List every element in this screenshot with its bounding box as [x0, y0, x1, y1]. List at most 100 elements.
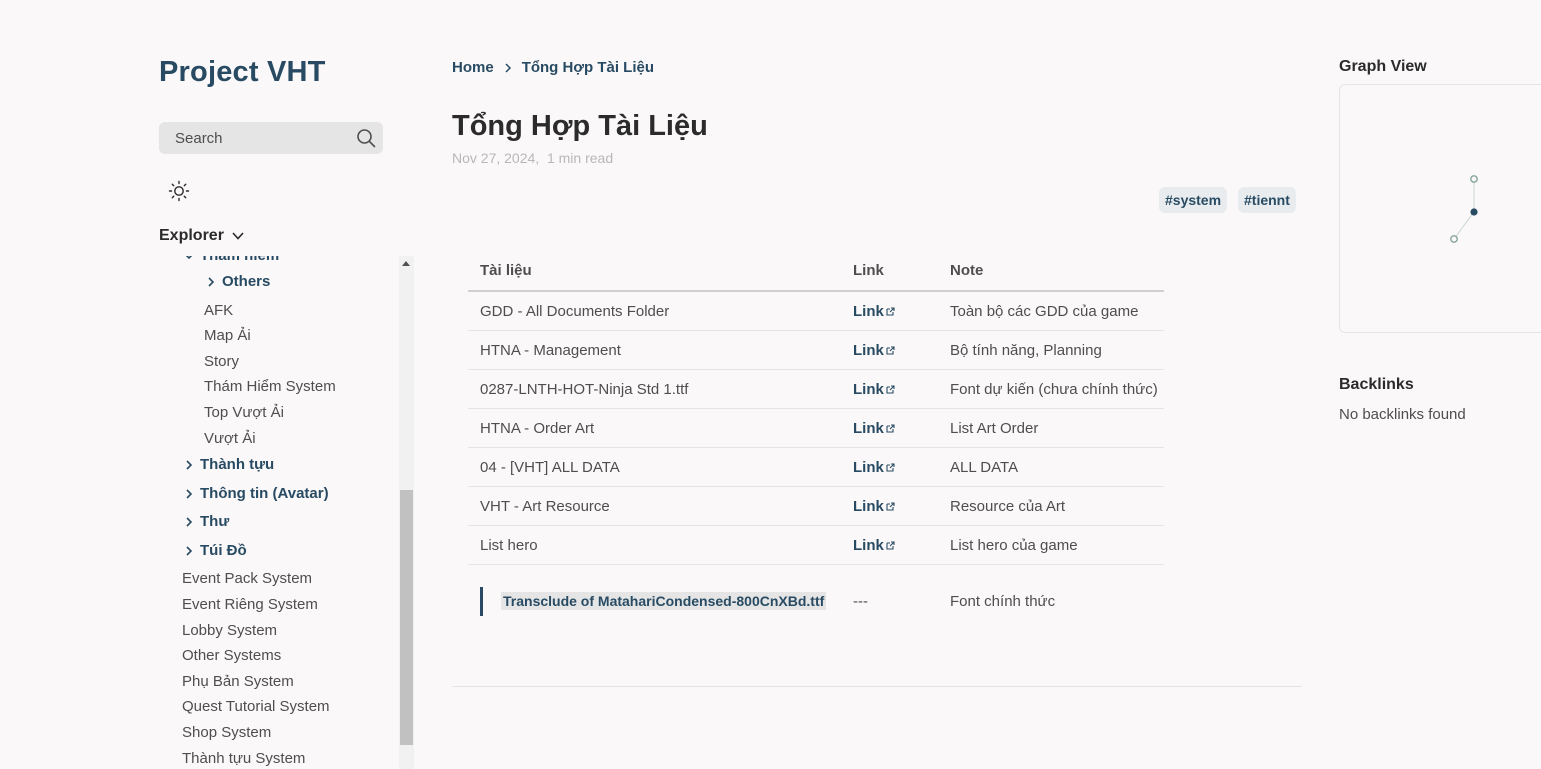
link-label: Link	[853, 536, 884, 554]
chevron-down-icon	[186, 256, 192, 259]
backlinks-empty: No backlinks found	[1339, 406, 1466, 423]
explorer-folder-label: Túi Đồ	[200, 542, 247, 559]
explorer-file[interactable]: Quest Tutorial System	[182, 698, 330, 715]
graph-node-current[interactable]	[1470, 208, 1478, 216]
external-link-icon	[886, 501, 895, 511]
link-cell: Link	[841, 291, 938, 331]
chevron-right-icon	[186, 516, 193, 527]
table-row: Transclude of MatahariCondensed-800CnXBd…	[468, 565, 1164, 638]
explorer-file[interactable]: Thành tựu System	[182, 750, 305, 767]
sun-icon[interactable]	[168, 180, 190, 202]
external-link[interactable]: Link	[853, 537, 895, 554]
explorer-folder[interactable]: Thành tựu	[182, 456, 274, 473]
column-header: Tài liệu	[468, 250, 841, 292]
explorer-folder[interactable]: Thông tin (Avatar)	[182, 485, 329, 502]
chevron-right-icon	[208, 276, 215, 287]
breadcrumb-current[interactable]: Tổng Hợp Tài Liệu	[522, 59, 654, 76]
doc-cell: 0287-LNTH-HOT-Ninja Std 1.ttf	[468, 369, 841, 409]
explorer-file[interactable]: Other Systems	[182, 647, 281, 664]
graph-node[interactable]	[1450, 235, 1458, 243]
explorer-tree: Thám hiểm Others AFK Map Ải Story Thám H…	[159, 256, 399, 769]
page-meta: Nov 27, 2024, 1 min read	[452, 150, 613, 166]
explorer-folder[interactable]: Others	[204, 273, 270, 290]
explorer-folder[interactable]: Thư	[182, 513, 229, 530]
explorer-file[interactable]: Lobby System	[182, 622, 277, 639]
content-divider	[452, 686, 1302, 687]
doc-cell: List hero	[468, 525, 841, 565]
explorer-folder-partial[interactable]: Thám hiểm	[182, 256, 279, 264]
table-row: HTNA - Management Link Bộ tính năng, Pla…	[468, 330, 1164, 370]
explorer-folder-label: Thông tin (Avatar)	[200, 485, 329, 502]
link-cell: ---	[853, 592, 868, 610]
note-cell: Toàn bộ các GDD của game	[938, 291, 1164, 331]
external-link-icon	[886, 423, 895, 433]
tag-tiennt[interactable]: #tiennt	[1238, 187, 1296, 213]
note-cell: Font chính thức	[950, 592, 1056, 610]
external-link[interactable]: Link	[853, 303, 895, 320]
doc-cell: 04 - [VHT] ALL DATA	[468, 447, 841, 487]
search-icon[interactable]	[356, 128, 376, 148]
tag-system[interactable]: #system	[1159, 187, 1228, 213]
link-label: Link	[853, 380, 884, 398]
explorer-label: Explorer	[159, 227, 224, 244]
read-time: 1 min read	[546, 150, 614, 166]
link-cell: Link	[841, 525, 938, 565]
table-row: 0287-LNTH-HOT-Ninja Std 1.ttf Link Font …	[468, 369, 1164, 409]
explorer-file[interactable]: Event Pack System	[182, 570, 312, 587]
explorer-file[interactable]: Map Ải	[204, 327, 251, 344]
link-label: Link	[853, 302, 884, 320]
doc-cell: HTNA - Management	[468, 330, 841, 370]
transclude-link[interactable]: Transclude of MatahariCondensed-800CnXBd…	[501, 591, 827, 610]
external-link[interactable]: Link	[853, 459, 895, 476]
external-link-icon	[886, 345, 895, 355]
note-cell: Resource của Art	[938, 486, 1164, 526]
external-link[interactable]: Link	[853, 381, 895, 398]
note-cell: ALL DATA	[938, 447, 1164, 487]
chevron-right-icon	[186, 459, 193, 470]
table-row: VHT - Art Resource Link Resource của Art	[468, 486, 1164, 526]
external-link[interactable]: Link	[853, 498, 895, 515]
graph-edge	[1453, 211, 1475, 240]
doc-cell: GDD - All Documents Folder	[468, 291, 841, 331]
explorer-file[interactable]: AFK	[204, 302, 233, 319]
breadcrumb-home[interactable]: Home	[452, 59, 494, 76]
note-cell: List hero của game	[938, 525, 1164, 565]
graph-view[interactable]	[1339, 84, 1541, 333]
chevron-right-icon	[186, 488, 193, 499]
explorer-folder-label: Thành tựu	[200, 456, 275, 473]
documents-table: Tài liệu Link Note GDD - All Documents F…	[468, 250, 1164, 637]
table-row: GDD - All Documents Folder Link Toàn bộ …	[468, 291, 1164, 331]
note-cell: Font dự kiến (chưa chính thức)	[938, 369, 1164, 409]
explorer-file[interactable]: Top Vượt Ải	[204, 404, 284, 421]
chevron-right-icon	[505, 62, 511, 73]
table-row: HTNA - Order Art Link List Art Order	[468, 408, 1164, 448]
scroll-up-arrow-icon[interactable]	[402, 261, 410, 266]
explorer-scroll-thumb[interactable]	[400, 490, 413, 745]
doc-cell: Transclude of MatahariCondensed-800CnXBd…	[468, 565, 841, 638]
external-link[interactable]: Link	[853, 420, 895, 437]
explorer-toggle[interactable]: Explorer	[159, 227, 246, 245]
link-label: Link	[853, 497, 884, 515]
breadcrumb: Home Tổng Hợp Tài Liệu	[452, 59, 654, 76]
link-label: Link	[853, 458, 884, 476]
link-cell: Link	[841, 330, 938, 370]
explorer-folder[interactable]: Túi Đồ	[182, 542, 247, 559]
explorer-file[interactable]: Story	[204, 353, 239, 370]
table-row: List hero Link List hero của game	[468, 525, 1164, 565]
doc-cell: HTNA - Order Art	[468, 408, 841, 448]
explorer-file[interactable]: Event Riêng System	[182, 596, 318, 613]
site-title[interactable]: Project VHT	[159, 56, 326, 89]
page-date: Nov 27, 2024	[452, 150, 536, 166]
search-bar[interactable]: Search	[159, 122, 383, 154]
graph-node[interactable]	[1470, 175, 1478, 183]
column-header: Note	[938, 250, 1164, 292]
graph-canvas[interactable]	[1340, 85, 1541, 334]
explorer-file[interactable]: Phụ Bản System	[182, 673, 294, 690]
link-cell: Link	[841, 486, 938, 526]
explorer-file[interactable]: Shop System	[182, 724, 271, 741]
doc-cell: VHT - Art Resource	[468, 486, 841, 526]
explorer-file[interactable]: Vượt Ải	[204, 430, 256, 447]
table-row: 04 - [VHT] ALL DATA Link ALL DATA	[468, 447, 1164, 487]
explorer-file[interactable]: Thám Hiểm System	[204, 378, 336, 395]
external-link[interactable]: Link	[853, 342, 895, 359]
